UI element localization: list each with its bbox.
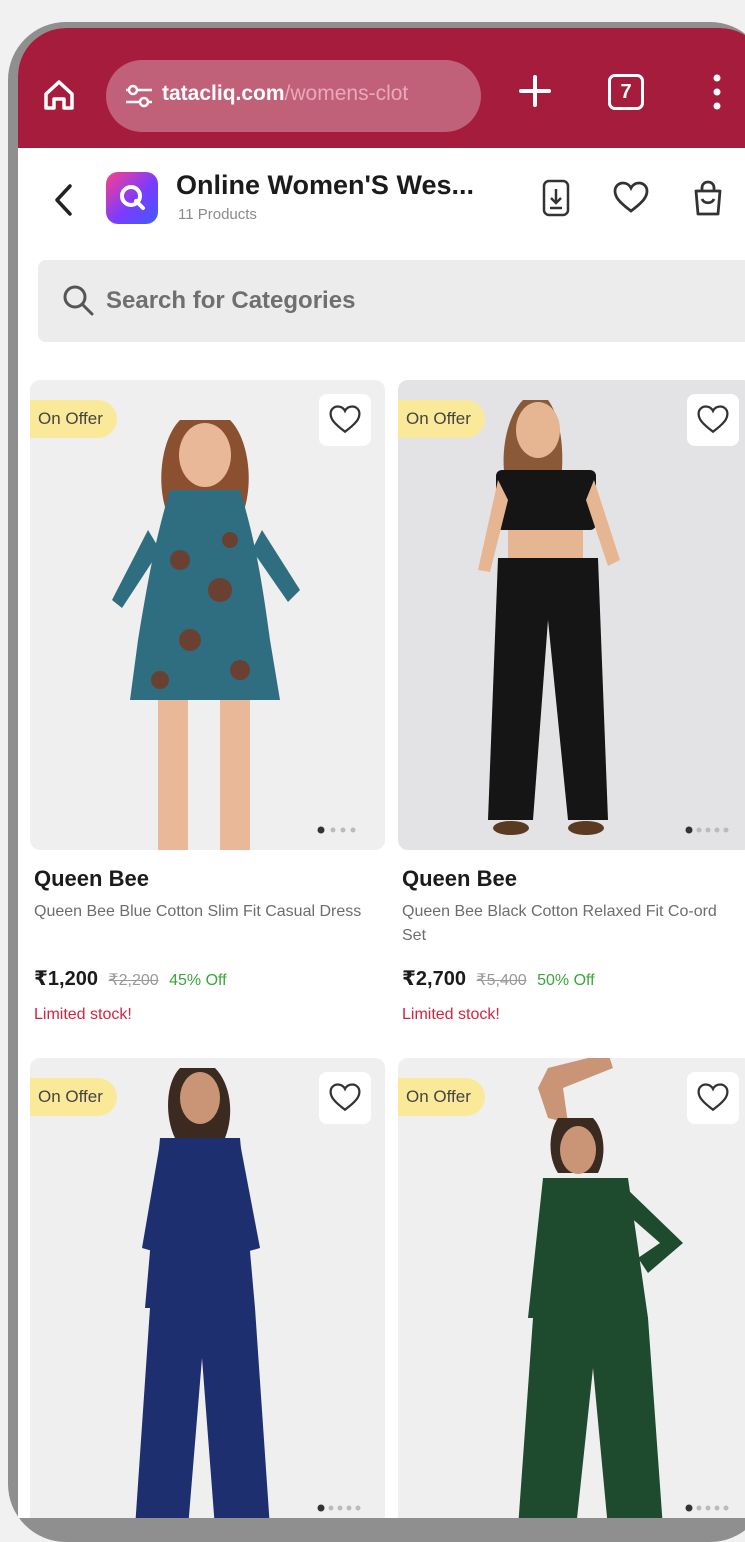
discount: 50% Off — [537, 972, 595, 989]
app-header: Online Women'S Wes... 11 Products — [18, 148, 745, 248]
product-image[interactable]: On Offer — [30, 1058, 385, 1518]
carousel-dots — [317, 826, 356, 834]
more-icon[interactable] — [712, 72, 722, 112]
model-photo — [478, 400, 620, 835]
model-photo — [135, 1068, 270, 1518]
search-placeholder: Search for Categories — [106, 287, 356, 314]
category-search-input[interactable]: Search for Categories — [38, 260, 745, 342]
offer-badge: On Offer — [30, 400, 117, 438]
price-row: ₹1,200 ₹2,200 45% Off — [34, 966, 227, 991]
model-photo — [112, 420, 300, 850]
carousel-dots — [685, 1504, 729, 1512]
carousel-dots — [685, 826, 729, 834]
page-title: Online Women'S Wes... — [176, 170, 474, 200]
product-image[interactable]: On Offer — [398, 380, 745, 850]
wishlist-icon — [329, 1083, 361, 1112]
wishlist-button[interactable] — [319, 1072, 371, 1124]
search-icon — [63, 285, 94, 316]
stock-status: Limited stock! — [402, 1006, 500, 1023]
url-path: /womens-clot — [284, 82, 409, 105]
download-app-icon[interactable] — [536, 178, 576, 218]
wishlist-button[interactable] — [687, 394, 739, 446]
stock-status: Limited stock! — [34, 1006, 132, 1023]
wishlist-icon — [697, 405, 729, 434]
screen: tatacliq.com/womens-clot 7 Online Women'… — [18, 28, 745, 1518]
wishlist-button[interactable] — [319, 394, 371, 446]
product-grid: On Offer Queen Bee Queen Bee Blue Cotton… — [18, 366, 745, 1518]
product-image[interactable]: On Offer — [398, 1058, 745, 1518]
heart-icon[interactable] — [611, 178, 651, 218]
discount: 45% Off — [169, 972, 227, 989]
home-icon[interactable] — [40, 76, 78, 114]
price: ₹1,200 — [34, 968, 98, 990]
original-price: ₹5,400 — [476, 972, 527, 989]
wishlist-icon — [697, 1083, 729, 1112]
bag-icon[interactable] — [688, 178, 728, 218]
wishlist-icon — [329, 405, 361, 434]
browser-toolbar: tatacliq.com/womens-clot 7 — [18, 28, 745, 148]
offer-badge: On Offer — [398, 1078, 485, 1116]
back-icon[interactable] — [52, 182, 74, 218]
price: ₹2,700 — [402, 968, 466, 990]
wishlist-button[interactable] — [687, 1072, 739, 1124]
product-name: Queen Bee Black Cotton Relaxed Fit Co-or… — [402, 903, 717, 944]
url-text: tatacliq.com/womens-clot — [162, 82, 408, 106]
site-settings-icon[interactable] — [124, 83, 154, 109]
address-bar[interactable]: tatacliq.com/womens-clot — [106, 60, 481, 132]
tabs-icon[interactable]: 7 — [608, 74, 644, 110]
product-image[interactable]: On Offer — [30, 380, 385, 850]
product-brand: Queen Bee — [402, 866, 517, 891]
original-price: ₹2,200 — [108, 972, 159, 989]
product-name: Queen Bee Blue Cotton Slim Fit Casual Dr… — [34, 903, 362, 920]
offer-badge: On Offer — [398, 400, 485, 438]
plus-icon[interactable] — [518, 74, 552, 108]
carousel-dots — [317, 1504, 361, 1512]
url-domain: tatacliq.com — [162, 82, 285, 105]
offer-badge: On Offer — [30, 1078, 117, 1116]
model-photo — [518, 1058, 683, 1518]
product-brand: Queen Bee — [34, 866, 149, 891]
product-count: 11 Products — [178, 206, 257, 223]
price-row: ₹2,700 ₹5,400 50% Off — [402, 966, 595, 991]
app-logo-icon — [106, 172, 158, 224]
